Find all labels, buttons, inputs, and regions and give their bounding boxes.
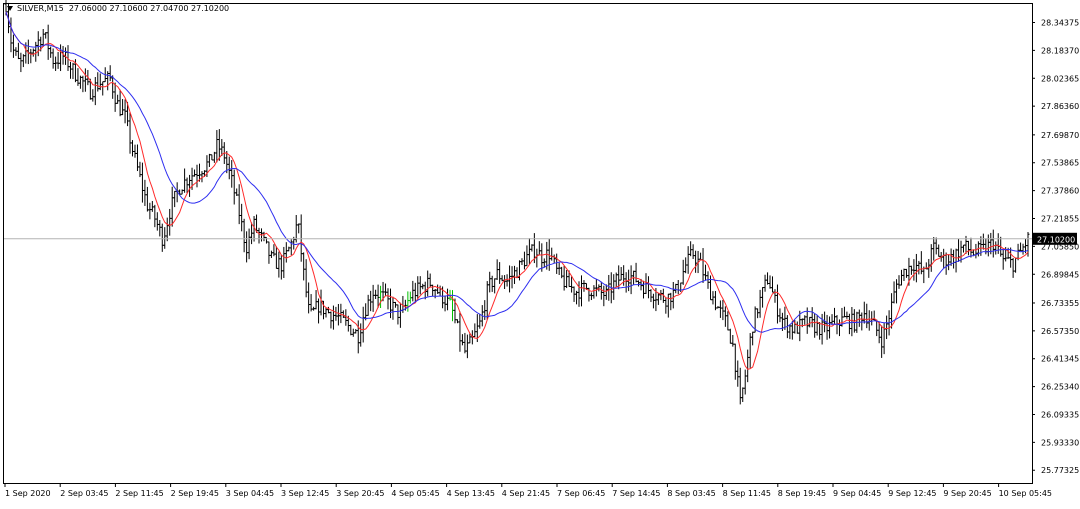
x-tick-label: 4 Sep 21:45 [502,489,550,498]
y-tick-label: 27.37860 [1041,187,1079,196]
x-tick-label: 10 Sep 05:45 [999,489,1052,498]
y-tick-label: 26.73355 [1041,299,1079,308]
x-tick-label: 4 Sep 13:45 [447,489,495,498]
y-tick-label: 28.18370 [1041,46,1079,55]
y-tick-label: 25.77325 [1041,466,1079,475]
price-axis: 28.34375 28.18370 28.02365 27.86360 27.69870… [1032,19,1079,475]
price-chart[interactable]: 27.10200 28.3437528.1837028.0236527.8636… [0,0,1080,505]
x-tick-label: 2 Sep 11:45 [115,489,163,498]
x-tick-label: 9 Sep 04:45 [833,489,881,498]
plot-frame [3,3,1033,484]
y-tick-label: 26.89845 [1041,270,1079,279]
x-tick-label: 4 Sep 05:45 [391,489,439,498]
y-tick-label: 26.25340 [1041,383,1079,392]
chart-window: 27.10200 28.34375 28.18370 28.02365 27.8636… [0,0,1080,505]
symbol-label: SILVER,M15 [17,4,64,13]
x-tick-label: 7 Sep 14:45 [612,489,660,498]
x-tick-label: 7 Sep 06:45 [557,489,605,498]
y-tick-label: 26.57350 [1041,327,1079,336]
x-tick-label: 9 Sep 12:45 [888,489,936,498]
y-tick-label: 27.69870 [1041,131,1079,140]
y-tick-label: 27.86360 [1041,102,1079,111]
x-tick-label: 8 Sep 19:45 [778,489,826,498]
x-tick-label: 3 Sep 04:45 [226,489,274,498]
y-tick-label: 28.02365 [1041,74,1079,83]
x-tick-label: 9 Sep 20:45 [943,489,991,498]
x-tick-label: 8 Sep 11:45 [723,489,771,498]
y-tick-label: 27.53865 [1041,159,1079,168]
y-tick-label: 27.21855 [1041,214,1079,223]
y-tick-label: 27.05850 [1041,242,1079,251]
dropdown-triangle-icon[interactable] [7,6,13,11]
y-tick-label: 26.41345 [1041,355,1079,364]
ohlc-values: 27.06000 27.10600 27.04700 27.10200 [68,4,230,13]
x-tick-label: 2 Sep 19:45 [171,489,219,498]
x-tick-label: 2 Sep 03:45 [60,489,108,498]
y-tick-label: 25.93330 [1041,438,1079,447]
x-tick-label: 3 Sep 12:45 [281,489,329,498]
x-tick-label: 8 Sep 03:45 [667,489,715,498]
x-tick-label: 1 Sep 2020 [5,489,51,498]
x-tick-label: 3 Sep 20:45 [336,489,384,498]
time-axis: 1 Sep 2020 2 Sep 03:45 2 Sep 11:45 2 Sep 19… [4,483,1052,498]
y-tick-label: 26.09335 [1041,410,1079,419]
y-tick-label: 28.34375 [1041,19,1079,28]
symbol-header[interactable]: SILVER,M15 27.06000 27.10600 27.04700 27… [7,4,229,13]
